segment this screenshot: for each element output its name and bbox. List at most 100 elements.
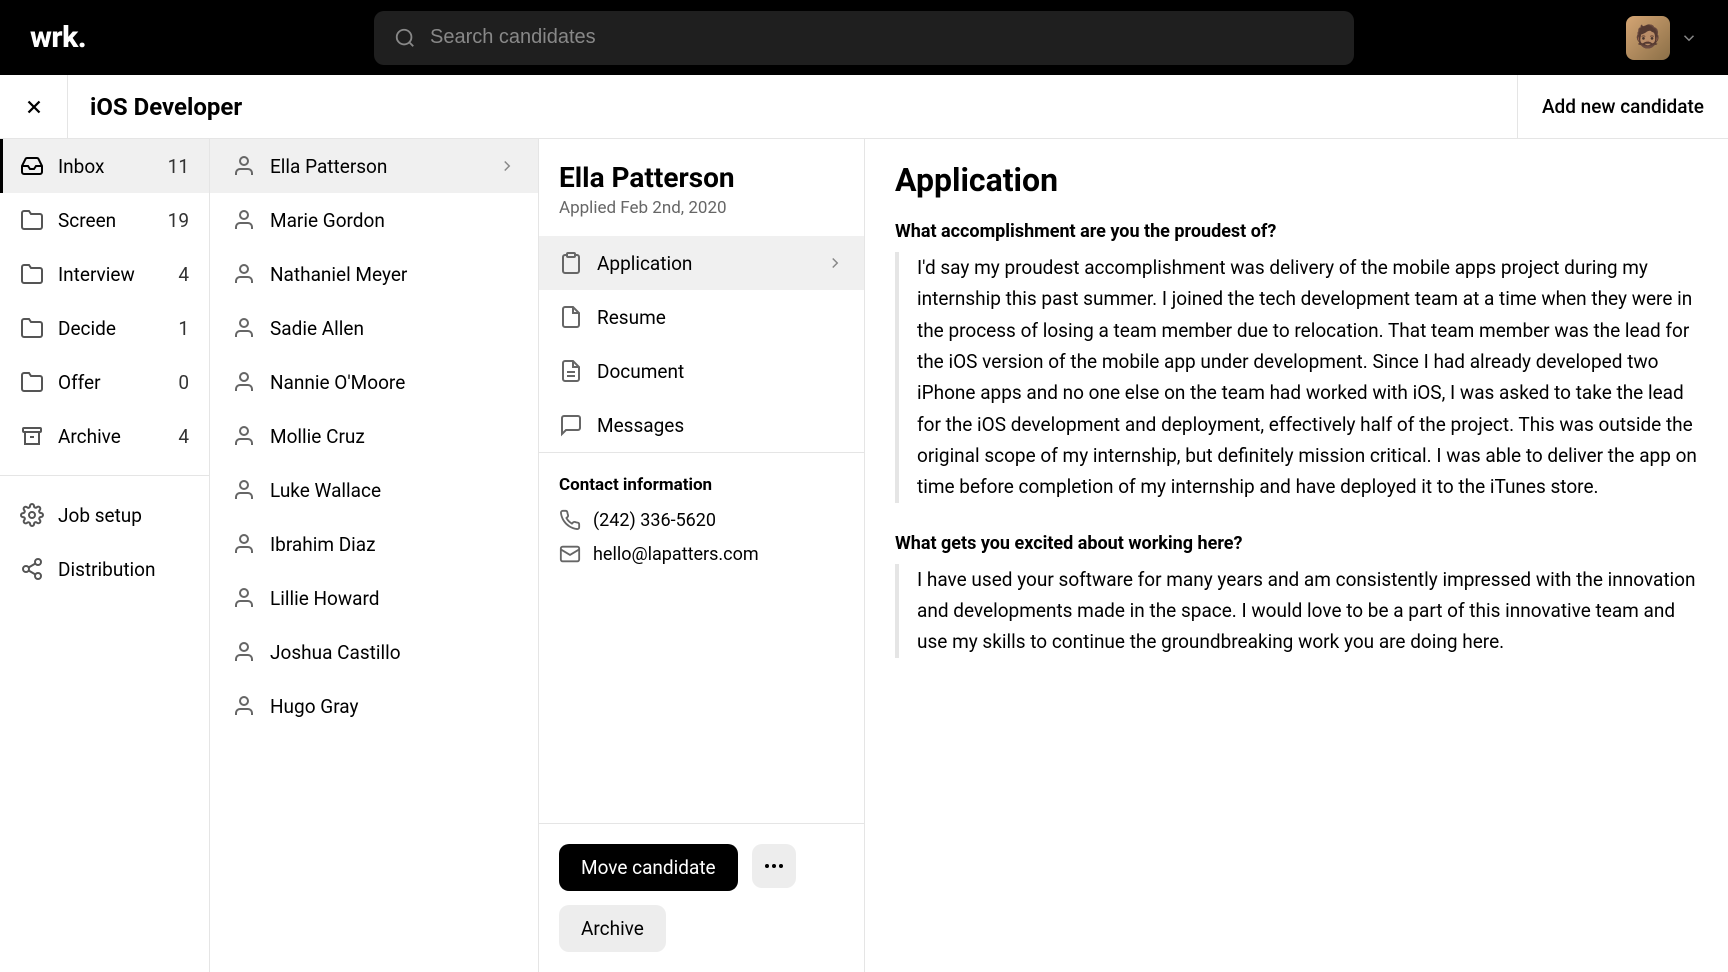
candidate-name: Ella Patterson: [270, 155, 498, 178]
tab-resume[interactable]: Resume: [539, 290, 864, 344]
stage-count: 19: [168, 209, 189, 232]
stage-count: 1: [178, 317, 189, 340]
person-icon: [232, 586, 256, 610]
contact-heading: Contact information: [559, 475, 844, 495]
folder-icon: [20, 316, 44, 340]
tab-label: Document: [597, 360, 844, 383]
logo[interactable]: wrk.: [30, 20, 86, 55]
tab-label: Messages: [597, 414, 844, 437]
mail-icon: [559, 543, 581, 565]
sub-header: iOS Developer Add new candidate: [0, 75, 1728, 139]
candidate-item[interactable]: Marie Gordon: [210, 193, 538, 247]
person-icon: [232, 424, 256, 448]
stage-interview[interactable]: Interview4: [0, 247, 209, 301]
person-icon: [232, 478, 256, 502]
nav-distribution[interactable]: Distribution: [0, 542, 209, 596]
stage-count: 4: [178, 263, 189, 286]
person-icon: [232, 208, 256, 232]
close-button[interactable]: [0, 75, 68, 138]
stage-offer[interactable]: Offer0: [0, 355, 209, 409]
close-icon: [23, 96, 45, 118]
candidate-item[interactable]: Nathaniel Meyer: [210, 247, 538, 301]
archive-button[interactable]: Archive: [559, 905, 666, 952]
more-actions-button[interactable]: [752, 844, 796, 888]
stage-screen[interactable]: Screen19: [0, 193, 209, 247]
question: What accomplishment are you the proudest…: [895, 221, 1698, 242]
person-icon: [232, 262, 256, 286]
tab-label: Resume: [597, 306, 844, 329]
applied-date: Applied Feb 2nd, 2020: [559, 198, 844, 218]
tab-application[interactable]: Application: [539, 236, 864, 290]
email-value: hello@lapatters.com: [593, 544, 759, 565]
candidate-item[interactable]: Mollie Cruz: [210, 409, 538, 463]
person-icon: [232, 154, 256, 178]
action-buttons: Move candidate Archive: [539, 824, 864, 972]
stage-inbox[interactable]: Inbox11: [0, 139, 209, 193]
search-icon: [394, 27, 416, 49]
person-icon: [232, 532, 256, 556]
candidate-item[interactable]: Lillie Howard: [210, 571, 538, 625]
candidate-name: Hugo Gray: [270, 695, 516, 718]
phone-value: (242) 336-5620: [593, 510, 716, 531]
nav-label: Job setup: [58, 504, 189, 527]
doc-icon: [559, 359, 583, 383]
inbox-icon: [20, 154, 44, 178]
message-icon: [559, 413, 583, 437]
dots-icon: [765, 864, 783, 868]
nav-job-setup[interactable]: Job setup: [0, 488, 209, 542]
nav-label: Distribution: [58, 558, 189, 581]
candidate-item[interactable]: Ella Patterson: [210, 139, 538, 193]
person-icon: [232, 640, 256, 664]
stage-label: Inbox: [58, 155, 168, 178]
stage-label: Archive: [58, 425, 178, 448]
candidate-item[interactable]: Hugo Gray: [210, 679, 538, 733]
search-input[interactable]: [430, 26, 1334, 49]
candidate-item[interactable]: Sadie Allen: [210, 301, 538, 355]
candidate-item[interactable]: Ibrahim Diaz: [210, 517, 538, 571]
share-icon: [20, 557, 44, 581]
top-header: wrk. 🧔🏽: [0, 0, 1728, 75]
folder-icon: [20, 208, 44, 232]
person-icon: [232, 694, 256, 718]
candidate-name: Lillie Howard: [270, 587, 516, 610]
candidate-name: Ibrahim Diaz: [270, 533, 516, 556]
chevron-down-icon: [1680, 29, 1698, 47]
candidate-name: Joshua Castillo: [270, 641, 516, 664]
candidate-item[interactable]: Joshua Castillo: [210, 625, 538, 679]
person-icon: [232, 316, 256, 340]
move-candidate-button[interactable]: Move candidate: [559, 844, 738, 891]
stage-label: Screen: [58, 209, 168, 232]
tab-messages[interactable]: Messages: [539, 398, 864, 452]
chevron-right-icon: [826, 254, 844, 272]
archive-icon: [20, 424, 44, 448]
file-icon: [559, 305, 583, 329]
detail-header: Ella Patterson Applied Feb 2nd, 2020: [539, 139, 864, 236]
candidate-name: Marie Gordon: [270, 209, 516, 232]
contact-section: Contact information (242) 336-5620 hello…: [539, 453, 864, 824]
tab-document[interactable]: Document: [539, 344, 864, 398]
candidate-name: Nannie O'Moore: [270, 371, 516, 394]
stage-count: 0: [178, 371, 189, 394]
stages-sidebar: Inbox11Screen19Interview4Decide1Offer0Ar…: [0, 139, 210, 972]
tab-label: Application: [597, 252, 826, 275]
page-title: iOS Developer: [90, 93, 242, 121]
stage-archive[interactable]: Archive4: [0, 409, 209, 463]
add-candidate-button[interactable]: Add new candidate: [1517, 75, 1728, 138]
candidate-name: Nathaniel Meyer: [270, 263, 516, 286]
user-menu[interactable]: 🧔🏽: [1626, 16, 1698, 60]
candidate-item[interactable]: Nannie O'Moore: [210, 355, 538, 409]
content-title: Application: [895, 161, 1698, 199]
gear-icon: [20, 503, 44, 527]
chevron-right-icon: [498, 157, 516, 175]
contact-phone-row: (242) 336-5620: [559, 509, 844, 531]
clipboard-icon: [559, 251, 583, 275]
main-layout: Inbox11Screen19Interview4Decide1Offer0Ar…: [0, 139, 1728, 972]
search-container[interactable]: [374, 11, 1354, 65]
phone-icon: [559, 509, 581, 531]
stage-count: 4: [178, 425, 189, 448]
folder-icon: [20, 262, 44, 286]
stage-label: Offer: [58, 371, 178, 394]
candidate-item[interactable]: Luke Wallace: [210, 463, 538, 517]
stage-decide[interactable]: Decide1: [0, 301, 209, 355]
candidate-name: Luke Wallace: [270, 479, 516, 502]
